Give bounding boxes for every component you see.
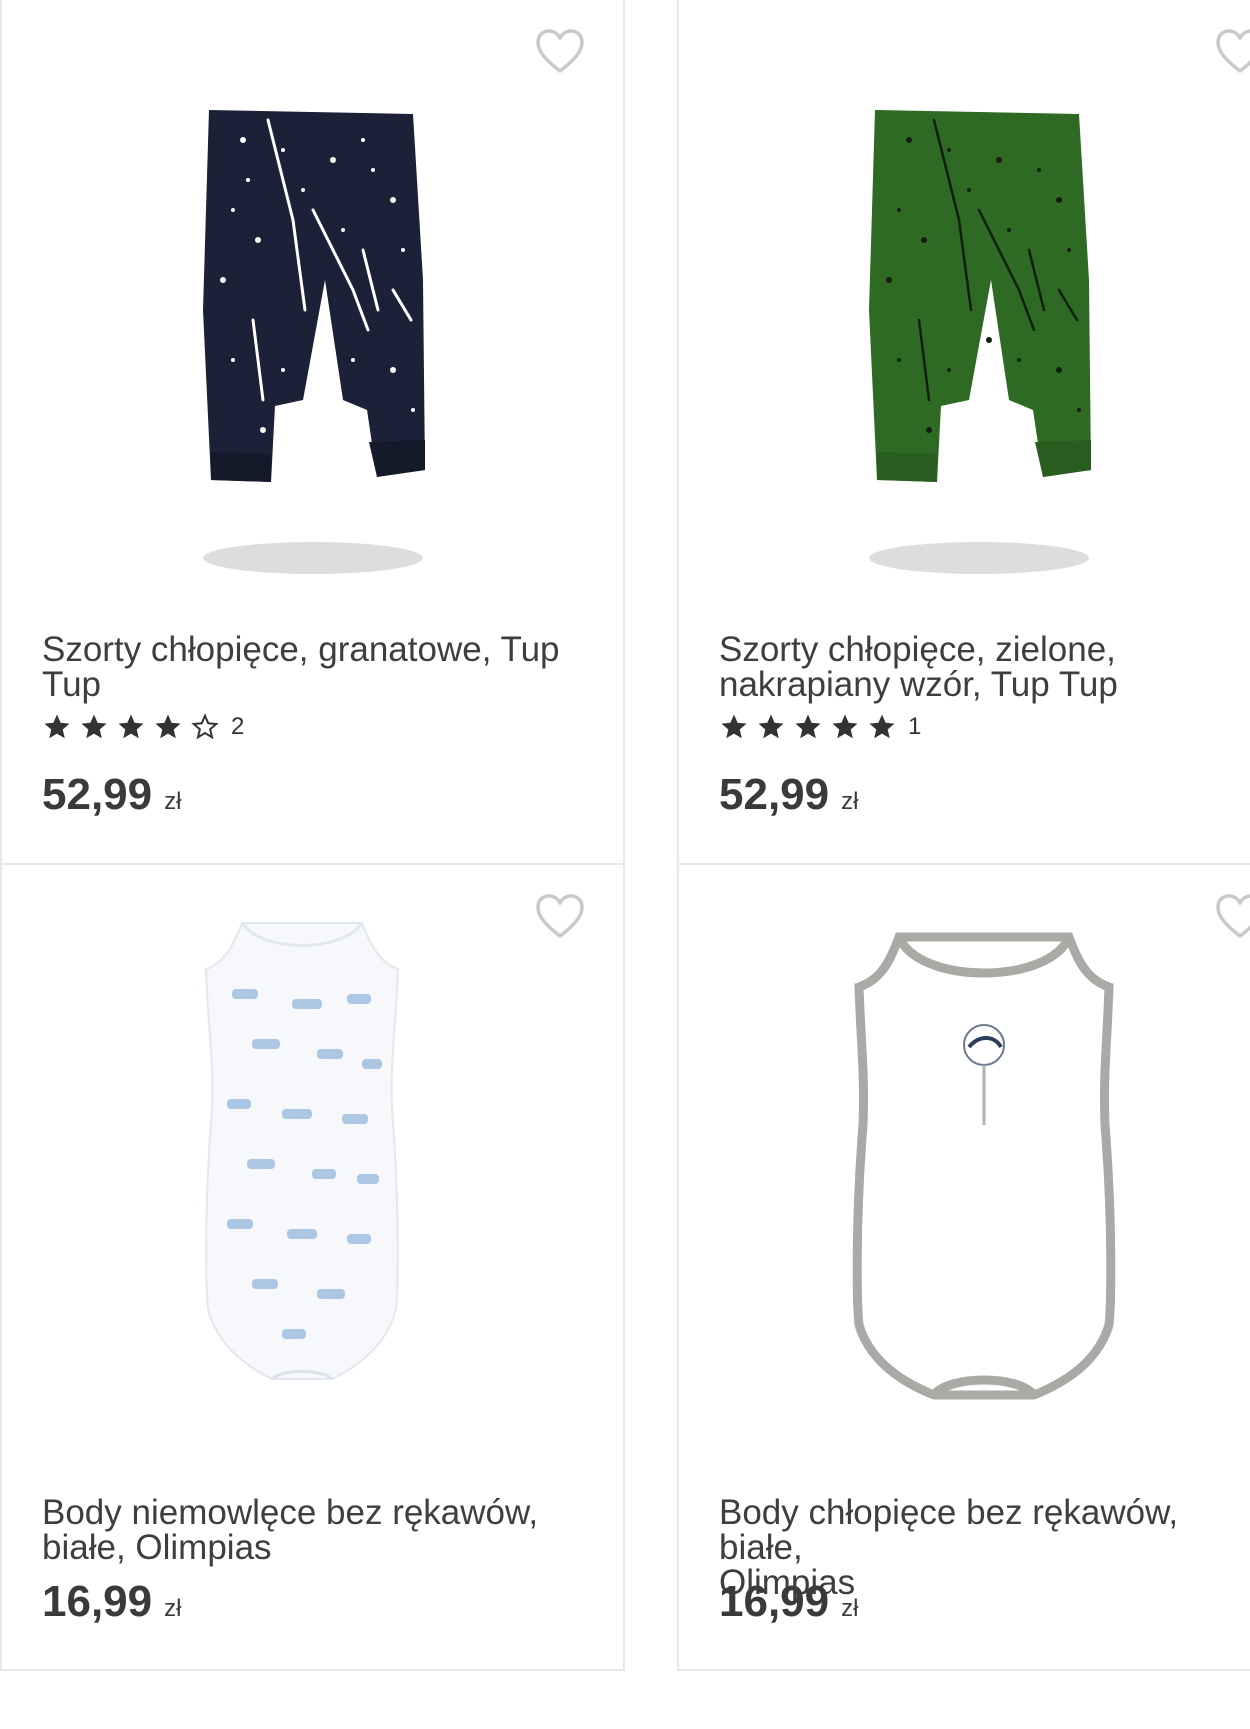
product-price: 16,99 zł	[42, 1577, 181, 1627]
star-filled-icon	[81, 714, 107, 739]
product-price: 16,99 zł	[719, 1577, 858, 1627]
product-rating: 2	[42, 712, 244, 742]
product-price: 52,99 zł	[719, 770, 858, 820]
star-filled-icon	[795, 714, 821, 739]
product-title[interactable]: Szorty chłopięce, zielone, nakrapiany wz…	[719, 632, 1245, 702]
review-count: 1	[908, 713, 922, 740]
star-filled-icon	[118, 714, 144, 739]
price-currency: zł	[164, 1595, 182, 1622]
star-filled-icon	[869, 714, 895, 739]
price-currency: zł	[841, 1595, 859, 1622]
product-card[interactable]: Szorty chłopięce, granatowe, Tup Tup 2 5…	[0, 0, 625, 865]
price-currency: zł	[841, 788, 859, 815]
product-card[interactable]: Body chłopięce bez rękawów, białe, Olimp…	[677, 863, 1250, 1671]
heart-icon[interactable]	[535, 28, 585, 74]
price-amount: 52,99	[719, 770, 830, 819]
star-filled-icon	[44, 714, 70, 739]
price-amount: 16,99	[719, 1577, 830, 1626]
product-title[interactable]: Szorty chłopięce, granatowe, Tup Tup	[42, 632, 593, 702]
product-rating: 1	[719, 712, 921, 742]
product-title[interactable]: Body niemowlęce bez rękawów, białe, Olim…	[42, 1495, 593, 1565]
price-amount: 16,99	[42, 1577, 153, 1626]
product-image[interactable]	[679, 925, 1250, 1465]
price-currency: zł	[164, 788, 182, 815]
product-card[interactable]: Body niemowlęce bez rękawów, białe, Olim…	[0, 863, 625, 1671]
star-filled-icon	[832, 714, 858, 739]
product-grid: Szorty chłopięce, granatowe, Tup Tup 2 5…	[0, 0, 1250, 1729]
product-image[interactable]	[2, 80, 623, 620]
price-amount: 52,99	[42, 770, 153, 819]
product-card[interactable]: Szorty chłopięce, zielone, nakrapiany wz…	[677, 0, 1250, 865]
star-filled-icon	[758, 714, 784, 739]
star-outline-icon	[191, 713, 219, 740]
product-price: 52,99 zł	[42, 770, 181, 820]
star-filled-icon	[155, 714, 181, 739]
heart-icon[interactable]	[1215, 28, 1250, 74]
star-filled-icon	[721, 714, 747, 739]
product-image[interactable]	[2, 909, 623, 1449]
review-count: 2	[231, 713, 245, 740]
product-image[interactable]	[679, 80, 1250, 620]
